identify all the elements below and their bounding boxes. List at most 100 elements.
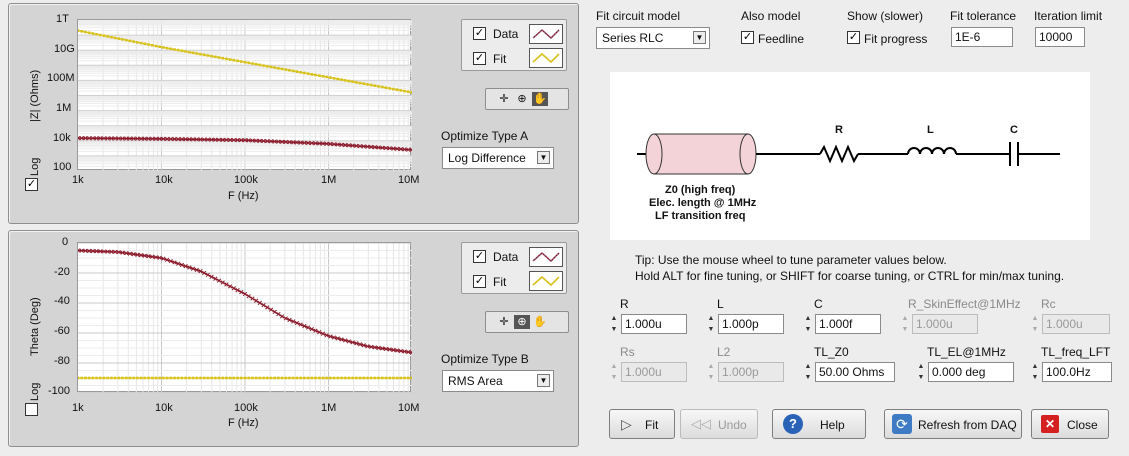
param-r-input[interactable]: 1.000u <box>621 314 687 334</box>
fit-point-marker <box>310 72 314 76</box>
impedance-plot-area[interactable] <box>77 19 412 171</box>
phase-plot-area[interactable] <box>77 242 412 393</box>
fit-point-marker <box>347 79 351 83</box>
cursor-tool-icon[interactable]: ✛ <box>496 92 512 106</box>
fit-point-marker <box>162 46 165 49</box>
param-rskin-spinner[interactable]: ▲ ▼ <box>898 313 912 335</box>
fit-point-marker <box>110 35 113 39</box>
fit-point-marker <box>362 376 366 380</box>
fit-checkbox[interactable]: ✓ <box>473 52 486 65</box>
fit-point-marker <box>273 376 276 380</box>
param-l2-spinner[interactable]: ▲ ▼ <box>704 361 718 383</box>
fit-point-marker <box>136 41 139 44</box>
data-plot-swatch[interactable] <box>529 24 563 44</box>
undo-button[interactable]: ◁◁ Undo <box>680 409 758 439</box>
fit-point-marker <box>277 66 280 70</box>
pan-hand-icon[interactable]: ✋ <box>532 315 548 329</box>
pan-hand-icon[interactable]: ✋ <box>532 92 548 106</box>
fit-point-marker <box>399 376 403 380</box>
y-tick: 10k <box>53 132 71 144</box>
chevron-down-icon[interactable]: ▼ <box>537 151 550 164</box>
log-checkbox[interactable] <box>25 403 38 416</box>
param-l-input[interactable]: 1.000p <box>718 314 784 334</box>
param-l-spinner[interactable]: ▲ ▼ <box>704 313 718 335</box>
iteration-limit-label: Iteration limit <box>1034 9 1103 23</box>
log-label: Log <box>29 157 41 176</box>
fit-point-marker <box>369 83 373 87</box>
param-tlz0-input[interactable]: 50.00 Ohms <box>815 362 895 382</box>
param-tlfreq-spinner[interactable]: ▲ ▼ <box>1028 361 1042 383</box>
fit-point-marker <box>321 75 325 78</box>
log-label: Log <box>29 382 41 401</box>
fit-tolerance-input[interactable]: 1E-6 <box>951 27 1013 47</box>
fit-point-marker <box>247 376 251 380</box>
fit-point-marker <box>395 376 399 380</box>
data-plot-swatch[interactable] <box>529 247 563 267</box>
feedline-checkbox[interactable]: ✓ <box>741 31 754 44</box>
param-rskin-label: R_SkinEffect@1MHz <box>908 297 1021 311</box>
fit-point-marker <box>403 376 406 380</box>
play-icon: ▷ <box>621 416 632 432</box>
fit-point-marker <box>362 82 366 85</box>
capacitor-label: C <box>1010 124 1018 136</box>
fit-point-marker <box>317 376 321 380</box>
fit-progress-checkbox[interactable]: ✓ <box>847 31 860 44</box>
param-l2-input[interactable]: 1.000p <box>718 362 784 382</box>
fit-point-marker <box>117 37 121 40</box>
help-button[interactable]: ? Help <box>772 409 866 439</box>
data-checkbox[interactable]: ✓ <box>473 27 486 40</box>
fit-point-marker <box>195 52 199 55</box>
fit-point-marker <box>202 376 206 380</box>
param-r-spinner[interactable]: ▲ ▼ <box>607 313 621 335</box>
fit-point-marker <box>98 33 102 37</box>
fit-checkbox[interactable]: ✓ <box>473 275 486 288</box>
fit-button[interactable]: ▷ Fit <box>609 409 675 439</box>
fit-point-marker <box>284 68 288 71</box>
param-tlel-input[interactable]: 0.000 deg <box>928 362 1014 382</box>
fit-point-marker <box>188 376 191 380</box>
fit-model-select[interactable]: Series RLC ▼ <box>596 27 710 49</box>
y-tick: 10G <box>54 43 75 55</box>
fit-point-marker <box>329 76 332 79</box>
y-tick: -100 <box>48 385 71 397</box>
y-tick: 0 <box>62 236 69 248</box>
param-tlfreq-input[interactable]: 100.0Hz <box>1042 362 1112 382</box>
param-c-spinner[interactable]: ▲ ▼ <box>801 313 815 335</box>
fit-point-marker <box>384 86 388 90</box>
y-axis-label: |Z| (Ohms) <box>29 69 41 122</box>
param-rskin-input[interactable]: 1.000u <box>912 314 978 334</box>
param-c-input[interactable]: 1.000f <box>815 314 881 334</box>
fit-plot-swatch[interactable] <box>529 271 563 291</box>
param-rs-spinner[interactable]: ▲ ▼ <box>607 361 621 383</box>
fit-plot-swatch[interactable] <box>529 48 563 68</box>
x-tick: 100k <box>234 402 258 414</box>
fit-point-marker <box>184 50 187 53</box>
chevron-down-icon[interactable]: ▼ <box>693 31 706 44</box>
param-tlel-spinner[interactable]: ▲ ▼ <box>914 361 928 383</box>
undo-button-label: Undo <box>718 418 747 432</box>
iteration-limit-input[interactable]: 10000 <box>1035 27 1085 47</box>
refresh-from-daq-button[interactable]: ⟳ Refresh from DAQ <box>884 409 1022 439</box>
fit-point-marker <box>232 58 236 62</box>
param-rs-input[interactable]: 1.000u <box>621 362 687 382</box>
fit-point-marker <box>173 48 176 51</box>
phase-chart-panel: 0 -20 -40 -60 -80 -100 1k 10k 100k 1M 10… <box>8 230 579 447</box>
fit-point-marker <box>277 376 280 380</box>
optimize-type-select[interactable]: Log Difference ▼ <box>442 147 554 169</box>
cursor-tool-icon[interactable]: ✛ <box>496 315 512 329</box>
optimize-type-select[interactable]: RMS Area ▼ <box>442 370 554 392</box>
close-button[interactable]: ✕ Close <box>1031 409 1109 439</box>
param-rc-input[interactable]: 1.000u <box>1042 314 1110 334</box>
chevron-down-icon[interactable]: ▼ <box>537 374 550 387</box>
param-tlz0-spinner[interactable]: ▲ ▼ <box>801 361 815 383</box>
fit-point-marker <box>269 65 273 69</box>
log-checkbox[interactable]: ✓ <box>25 178 38 191</box>
zoom-tool-icon[interactable]: ⊕ <box>514 315 530 329</box>
param-rc-spinner[interactable]: ▲ ▼ <box>1028 313 1042 335</box>
fit-point-marker <box>154 44 158 48</box>
fit-point-marker <box>236 376 239 380</box>
fit-point-marker <box>299 376 302 380</box>
zoom-tool-icon[interactable]: ⊕ <box>514 92 530 106</box>
data-checkbox[interactable]: ✓ <box>473 250 486 263</box>
tip-line-1: Tip: Use the mouse wheel to tune paramet… <box>635 253 947 267</box>
